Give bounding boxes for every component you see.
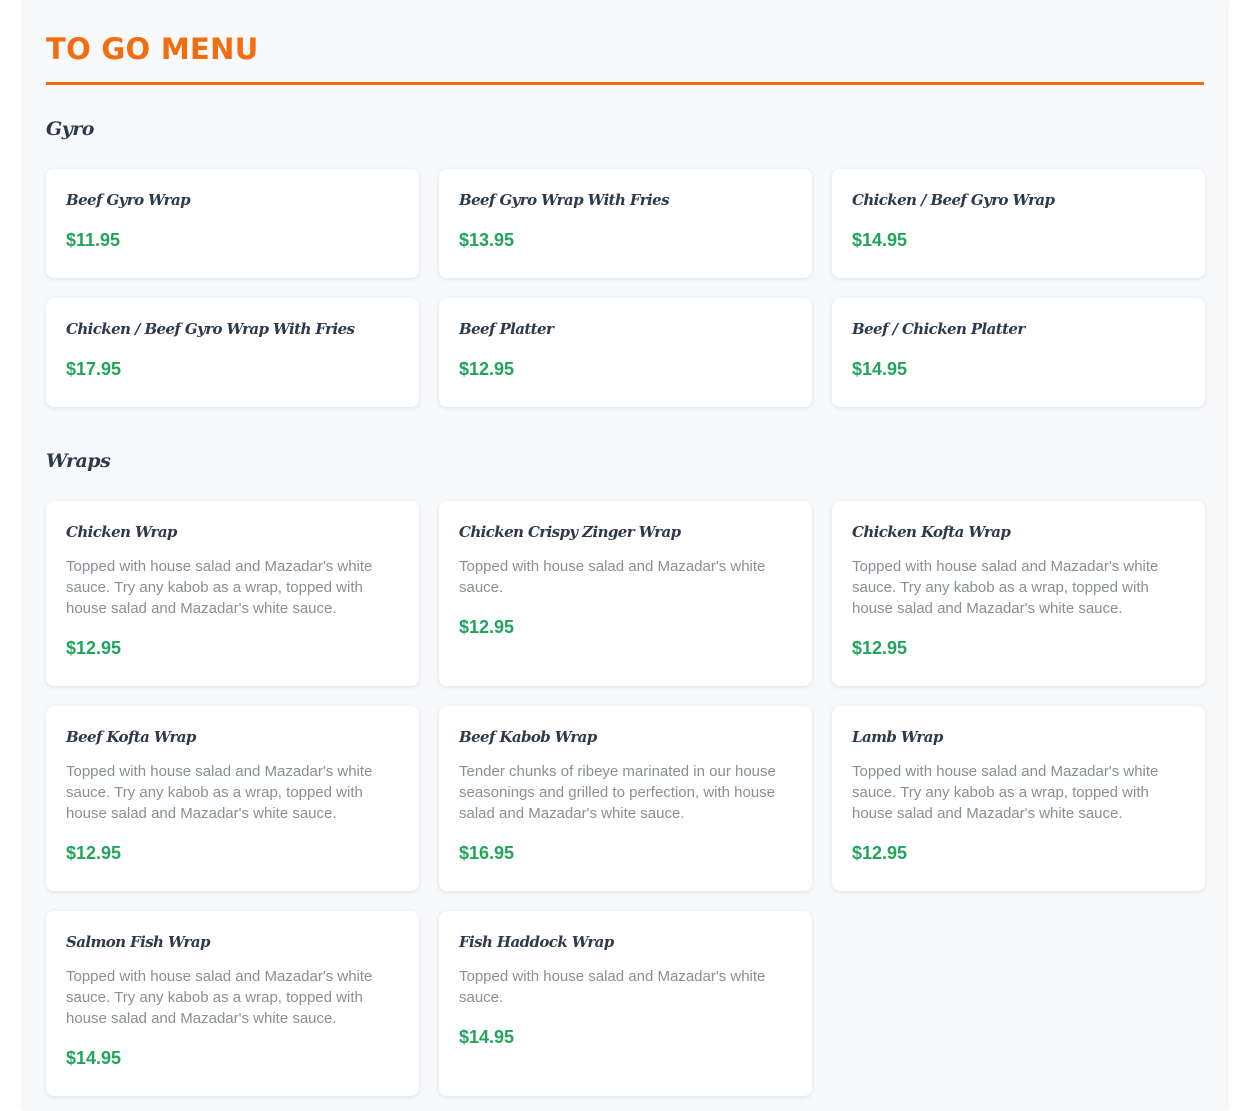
menu-item-card[interactable]: Beef Platter $12.95 (439, 298, 812, 407)
item-description: Tender chunks of ribeye marinated in our… (459, 763, 776, 822)
item-description: Topped with house salad and Mazadar's wh… (66, 763, 373, 822)
menu-item-card[interactable]: Fish Haddock Wrap Topped with house sala… (439, 911, 812, 1096)
item-price: $12.95 (66, 843, 122, 863)
menu-item-card[interactable]: Beef / Chicken Platter $14.95 (832, 298, 1205, 407)
item-price: $12.95 (459, 359, 515, 379)
menu-item-card[interactable]: Lamb Wrap Topped with house salad and Ma… (832, 706, 1205, 891)
item-price: $14.95 (459, 1027, 515, 1047)
title-divider (46, 82, 1204, 85)
item-price: $17.95 (66, 359, 122, 379)
page-title: TO GO MENU (46, 32, 259, 66)
item-name: Chicken Kofta Wrap (852, 523, 1011, 541)
item-name: Chicken Crispy Zinger Wrap (459, 523, 681, 541)
menu-item-card[interactable]: Salmon Fish Wrap Topped with house salad… (46, 911, 419, 1096)
menu-item-card[interactable]: Chicken Kofta Wrap Topped with house sal… (832, 501, 1205, 686)
item-name: Chicken / Beef Gyro Wrap (852, 191, 1055, 209)
item-name: Beef Kofta Wrap (66, 728, 196, 746)
menu-item-card[interactable]: Beef Gyro Wrap $11.95 (46, 169, 419, 278)
item-name: Chicken Wrap (66, 523, 177, 541)
menu-item-card[interactable]: Chicken Wrap Topped with house salad and… (46, 501, 419, 686)
item-name: Beef Platter (459, 320, 554, 338)
item-description: Topped with house salad and Mazadar's wh… (852, 763, 1159, 822)
item-name: Lamb Wrap (852, 728, 943, 746)
item-price: $14.95 (852, 230, 908, 250)
item-name: Beef Gyro Wrap With Fries (459, 191, 670, 209)
menu-item-card[interactable]: Beef Kofta Wrap Topped with house salad … (46, 706, 419, 891)
wraps-items-grid: Chicken Wrap Topped with house salad and… (46, 501, 1205, 1096)
item-description: Topped with house salad and Mazadar's wh… (459, 968, 766, 1006)
menu-item-card[interactable]: Chicken / Beef Gyro Wrap $14.95 (832, 169, 1205, 278)
section-title-gyro: Gyro (46, 118, 94, 140)
gyro-items-grid: Beef Gyro Wrap $11.95 Beef Gyro Wrap Wit… (46, 169, 1205, 407)
item-price: $16.95 (459, 843, 515, 863)
item-price: $14.95 (852, 359, 908, 379)
item-name: Chicken / Beef Gyro Wrap With Fries (66, 320, 355, 338)
menu-item-card[interactable]: Chicken Crispy Zinger Wrap Topped with h… (439, 501, 812, 686)
item-description: Topped with house salad and Mazadar's wh… (852, 558, 1159, 617)
section-title-wraps: Wraps (46, 450, 111, 472)
item-price: $14.95 (66, 1048, 122, 1068)
menu-page: TO GO MENU Gyro Beef Gyro Wrap $11.95 Be… (24, 0, 1226, 1111)
item-name: Beef Gyro Wrap (66, 191, 191, 209)
item-name: Beef Kabob Wrap (459, 728, 597, 746)
item-description: Topped with house salad and Mazadar's wh… (66, 968, 373, 1027)
item-name: Fish Haddock Wrap (459, 933, 614, 951)
item-description: Topped with house salad and Mazadar's wh… (66, 558, 373, 617)
item-price: $11.95 (66, 230, 121, 250)
item-name: Beef / Chicken Platter (852, 320, 1025, 338)
menu-item-card[interactable]: Beef Gyro Wrap With Fries $13.95 (439, 169, 812, 278)
item-price: $12.95 (852, 843, 908, 863)
menu-item-card[interactable]: Chicken / Beef Gyro Wrap With Fries $17.… (46, 298, 419, 407)
item-name: Salmon Fish Wrap (66, 933, 210, 951)
item-description: Topped with house salad and Mazadar's wh… (459, 558, 766, 596)
item-price: $12.95 (852, 638, 908, 658)
item-price: $12.95 (459, 617, 515, 637)
menu-item-card[interactable]: Beef Kabob Wrap Tender chunks of ribeye … (439, 706, 812, 891)
item-price: $13.95 (459, 230, 515, 250)
item-price: $12.95 (66, 638, 122, 658)
